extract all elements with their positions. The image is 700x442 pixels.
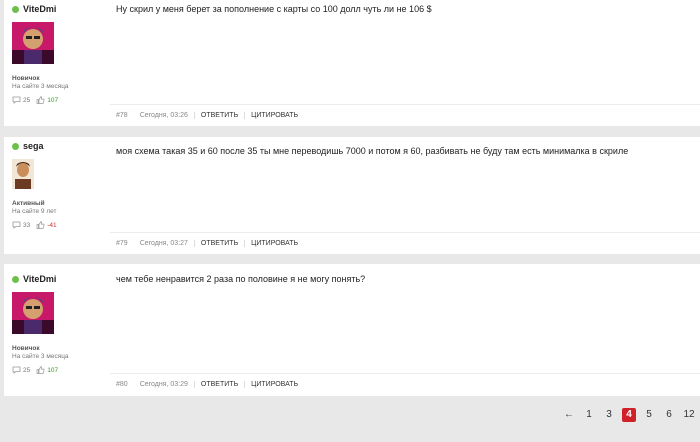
- post-number[interactable]: #79: [116, 240, 128, 247]
- page-link[interactable]: 1: [582, 408, 596, 422]
- author-stats: 25 107: [12, 96, 112, 104]
- comment-icon: [12, 366, 21, 374]
- author-name-row: sega: [12, 141, 112, 151]
- comments-count: 33: [23, 221, 31, 229]
- post-message: Ну скрил у меня берет за пополнение с ка…: [116, 4, 432, 14]
- author-stats: 25 107: [12, 366, 112, 374]
- page-link[interactable]: 5: [642, 408, 656, 422]
- thumbs-up-icon: [36, 221, 45, 229]
- page-link[interactable]: 3: [602, 408, 616, 422]
- thumbs-up-icon: [36, 96, 45, 104]
- author-since: На сайте 3 месяца: [12, 353, 69, 360]
- post-footer: #78 Сегодня, 03:26 ОТВЕТИТЬ ЦИТИРОВАТЬ: [110, 104, 700, 126]
- author-rank: Новичок: [12, 345, 40, 352]
- prev-page-arrow-icon[interactable]: ←: [562, 408, 576, 422]
- thumbs-up-icon: [36, 366, 45, 374]
- author-name-row: ViteDmi: [12, 4, 112, 14]
- reply-button[interactable]: ОТВЕТИТЬ: [193, 381, 244, 388]
- forum-post: ViteDmi Новичок На сайте 3 месяца 25 107…: [4, 0, 700, 126]
- reputation-stat[interactable]: -41: [36, 221, 57, 229]
- author-block: ViteDmi Новичок На сайте 3 месяца 25 107: [12, 4, 112, 104]
- avatar[interactable]: [12, 159, 34, 189]
- post-number[interactable]: #80: [116, 381, 128, 388]
- post-date: Сегодня, 03:29: [139, 381, 188, 388]
- quote-button[interactable]: ЦИТИРОВАТЬ: [244, 381, 304, 388]
- author-block: ViteDmi Новичок На сайте 3 месяца 25 107: [12, 268, 112, 374]
- author-since: На сайте 9 лет: [12, 208, 57, 215]
- comments-stat[interactable]: 25: [12, 96, 30, 104]
- forum-post: sega Активный На сайте 9 лет 33 -41 моя …: [4, 137, 700, 254]
- comments-count: 25: [23, 96, 31, 104]
- page-link[interactable]: 12: [682, 408, 696, 422]
- pagination: ← 1 3 4 5 6 12: [562, 408, 696, 422]
- post-message: чем тебе ненравится 2 раза по половине я…: [116, 274, 366, 284]
- author-block: sega Активный На сайте 9 лет 33 -41: [12, 141, 112, 229]
- current-page: 4: [622, 408, 636, 422]
- post-number[interactable]: #78: [116, 112, 128, 119]
- author-name[interactable]: ViteDmi: [23, 274, 56, 284]
- reputation-value: 107: [47, 366, 59, 374]
- online-status-icon: [12, 142, 19, 150]
- author-stats: 33 -41: [12, 221, 112, 229]
- quote-button[interactable]: ЦИТИРОВАТЬ: [244, 112, 304, 119]
- comments-count: 25: [23, 366, 31, 374]
- author-rank: Новичок: [12, 75, 40, 82]
- post-date: Сегодня, 03:26: [139, 112, 188, 119]
- comments-stat[interactable]: 33: [12, 221, 30, 229]
- reply-button[interactable]: ОТВЕТИТЬ: [193, 240, 244, 247]
- author-name-row: ViteDmi: [12, 274, 112, 284]
- online-status-icon: [12, 275, 19, 283]
- post-footer: #79 Сегодня, 03:27 ОТВЕТИТЬ ЦИТИРОВАТЬ: [110, 232, 700, 254]
- reply-button[interactable]: ОТВЕТИТЬ: [193, 112, 244, 119]
- post-message: моя схема такая 35 и 60 после 35 ты мне …: [116, 146, 629, 156]
- reputation-stat[interactable]: 107: [36, 366, 58, 374]
- comment-icon: [12, 96, 21, 104]
- online-status-icon: [12, 5, 19, 13]
- reputation-value: -41: [47, 221, 57, 229]
- author-since: На сайте 3 месяца: [12, 83, 69, 90]
- forum-post: ViteDmi Новичок На сайте 3 месяца 25 107…: [4, 264, 700, 396]
- post-footer: #80 Сегодня, 03:29 ОТВЕТИТЬ ЦИТИРОВАТЬ: [110, 373, 700, 395]
- author-name[interactable]: ViteDmi: [23, 4, 56, 14]
- avatar[interactable]: [12, 292, 54, 334]
- quote-button[interactable]: ЦИТИРОВАТЬ: [244, 240, 304, 247]
- post-date: Сегодня, 03:27: [139, 240, 188, 247]
- comment-icon: [12, 221, 21, 229]
- reputation-stat[interactable]: 107: [36, 96, 58, 104]
- comments-stat[interactable]: 25: [12, 366, 30, 374]
- avatar[interactable]: [12, 22, 54, 64]
- reputation-value: 107: [47, 96, 59, 104]
- page-link[interactable]: 6: [662, 408, 676, 422]
- author-name[interactable]: sega: [23, 141, 44, 151]
- author-rank: Активный: [12, 200, 45, 207]
